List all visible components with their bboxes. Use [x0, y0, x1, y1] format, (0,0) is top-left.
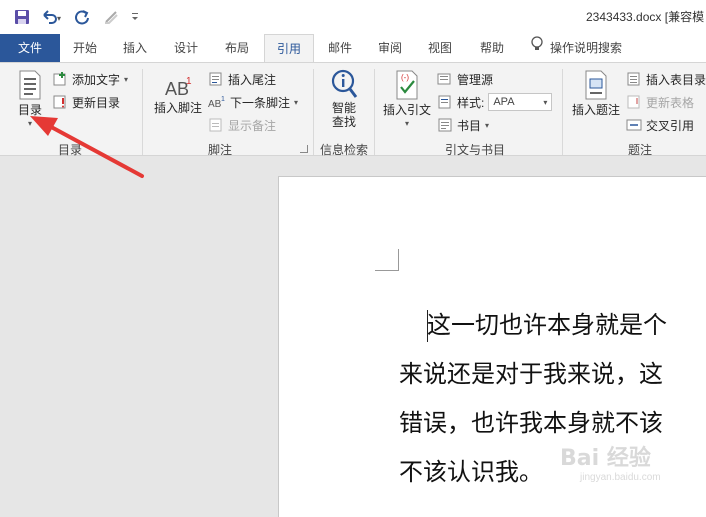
svg-text:AB: AB [208, 99, 222, 110]
insert-footnote-button[interactable]: AB 1 插入脚注 [150, 75, 206, 115]
footnotes-dialog-launcher[interactable] [300, 145, 308, 153]
tab-file[interactable]: 文件 [0, 34, 60, 62]
update-table-label: 更新表格 [646, 95, 695, 110]
tab-review[interactable]: 审阅 [366, 34, 414, 62]
quick-access-toolbar: ▾ [10, 7, 140, 27]
group-separator [562, 69, 563, 155]
margin-corner-mark [375, 249, 399, 271]
cross-reference-label: 交叉引用 [646, 118, 695, 133]
svg-text:▾: ▾ [57, 14, 61, 23]
insert-footnote-label: 插入脚注 [153, 101, 202, 115]
show-notes-icon [209, 118, 222, 132]
chevron-down-icon: ▾ [543, 97, 548, 107]
next-footnote-icon: AB 1 [208, 96, 225, 110]
insert-caption-icon [585, 70, 607, 100]
update-toc-label: 更新目录 [72, 95, 121, 110]
manage-sources-icon [437, 73, 451, 85]
paragraph-line: 这一切也许本身就是个 [399, 301, 706, 350]
chevron-down-icon: ▾ [485, 120, 490, 130]
smart-lookup-label-2: 查找 [331, 115, 356, 129]
insert-table-of-figures-label: 插入表目录 [646, 72, 706, 87]
svg-text:1: 1 [186, 76, 192, 87]
text-cursor [427, 310, 428, 342]
style-label: 样式: [457, 95, 485, 110]
insert-endnote-button[interactable]: 插入尾注 [208, 69, 276, 89]
ribbon: 目录 ▾ 添加文字 ▾ 更新目录 目录 AB 1 插入脚注 插入尾注 AB 1 下… [0, 62, 706, 157]
tab-view[interactable]: 视图 [416, 34, 464, 62]
insert-endnote-label: 插入尾注 [228, 72, 277, 87]
smart-lookup-button[interactable]: 智能 查找 [322, 69, 366, 129]
tab-references[interactable]: 引用 [264, 34, 314, 63]
manage-sources-label: 管理源 [457, 72, 494, 87]
insert-citation-button[interactable]: (-) 插入引文 ▾ [380, 69, 434, 131]
bibliography-label: 书目 [457, 118, 482, 133]
paragraph-line: 来说还是对于我来说，这 [399, 360, 663, 388]
endnote-icon [209, 72, 222, 86]
insert-caption-label: 插入题注 [571, 103, 620, 117]
update-toc-icon [53, 95, 66, 109]
add-text-icon [53, 72, 66, 86]
svg-text:1: 1 [221, 96, 225, 103]
add-text-label: 添加文字 [72, 72, 121, 87]
svg-text:(-): (-) [401, 73, 409, 82]
show-notes-button[interactable]: 显示备注 [208, 115, 276, 135]
chevron-down-icon: ▾ [404, 119, 409, 128]
toc-icon [19, 70, 41, 100]
bibliography-icon [438, 118, 452, 132]
chevron-down-icon: ▾ [294, 97, 299, 107]
citation-style-control: 样式: APA ▾ [437, 92, 553, 112]
chevron-down-icon: ▾ [27, 119, 32, 128]
smart-lookup-label-1: 智能 [331, 101, 356, 115]
insert-caption-button[interactable]: 插入题注 [568, 69, 624, 117]
tab-layout[interactable]: 布局 [212, 34, 262, 62]
bibliography-button[interactable]: 书目 ▾ [437, 115, 489, 135]
tab-help[interactable]: 帮助 [466, 34, 518, 62]
chevron-down-icon: ▾ [124, 74, 129, 84]
redo-icon[interactable] [70, 7, 94, 27]
citation-style-select[interactable]: APA ▾ [488, 93, 553, 111]
insert-table-of-figures-button[interactable]: 插入表目录 [626, 69, 706, 89]
table-of-contents-button[interactable]: 目录 ▾ [12, 69, 48, 131]
update-table-button[interactable]: 更新表格 [626, 92, 694, 112]
save-icon[interactable] [10, 7, 34, 27]
add-text-button[interactable]: 添加文字 ▾ [52, 69, 128, 89]
watermark-subtext: jingyan.baidu.com [580, 472, 661, 483]
format-painter-icon[interactable] [100, 7, 124, 27]
insert-citation-icon: (-) [396, 70, 418, 100]
tell-me-label: 操作说明搜索 [550, 41, 623, 55]
ribbon-tabs: 文件 开始 插入 设计 布局 引用 邮件 审阅 视图 帮助 操作说明搜索 [0, 34, 706, 63]
insert-citation-label: 插入引文 [382, 103, 431, 117]
watermark-text: Bai 经验 [560, 446, 651, 471]
title-bar: ▾ 2343433.docx [兼容模 [0, 0, 706, 34]
footnote-icon: AB 1 [165, 76, 192, 99]
cross-reference-button[interactable]: 交叉引用 [626, 115, 694, 135]
table-of-figures-icon [627, 72, 640, 86]
toc-label: 目录 [17, 103, 42, 117]
show-notes-label: 显示备注 [228, 118, 277, 133]
undo-icon[interactable]: ▾ [40, 7, 64, 27]
cross-reference-icon [626, 119, 642, 131]
next-footnote-label: 下一条脚注 [230, 95, 291, 110]
paragraph-line-text: 这一切也许本身就是个 [427, 311, 667, 339]
baidu-watermark: Bai 经验 jingyan.baidu.com [560, 440, 661, 483]
next-footnote-button[interactable]: AB 1 下一条脚注 ▾ [208, 92, 298, 112]
manage-sources-button[interactable]: 管理源 [437, 69, 493, 89]
tab-mailings[interactable]: 邮件 [316, 34, 364, 62]
tab-design[interactable]: 设计 [161, 34, 211, 62]
tab-insert[interactable]: 插入 [110, 34, 160, 62]
lightbulb-icon [530, 34, 544, 62]
smart-lookup-icon [331, 69, 358, 98]
customize-icon[interactable] [130, 7, 140, 27]
document-title: 2343433.docx [兼容模 [586, 10, 705, 24]
group-separator [142, 69, 143, 155]
style-icon [438, 95, 451, 109]
update-table-icon [627, 95, 640, 109]
tell-me-search[interactable]: 操作说明搜索 [530, 34, 640, 62]
citation-style-value: APA [493, 96, 515, 108]
update-toc-button[interactable]: 更新目录 [52, 92, 120, 112]
tab-home[interactable]: 开始 [60, 34, 110, 62]
group-separator [374, 69, 375, 155]
